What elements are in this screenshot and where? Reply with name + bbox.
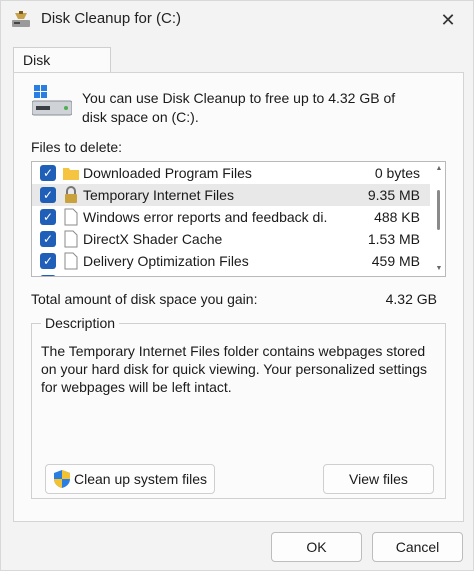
disk-cleanup-window: Disk Cleanup for (C:) ✕ Disk Cleanup You… (0, 0, 474, 571)
files-to-delete-label: Files to delete: (31, 139, 123, 155)
description-text: The Temporary Internet Files folder cont… (41, 343, 427, 395)
list-item[interactable]: ✓ (32, 272, 430, 276)
intro-text: You can use Disk Cleanup to free up to 4… (82, 90, 396, 125)
folder-icon (63, 168, 79, 180)
scroll-down-icon[interactable]: ▼ (435, 264, 443, 274)
checkbox[interactable]: ✓ (40, 165, 56, 181)
list-scrollbar[interactable]: ▲ ▼ (435, 164, 443, 274)
tab-disk-cleanup[interactable]: Disk Cleanup (13, 47, 111, 93)
window-title: Disk Cleanup for (C:) (41, 10, 182, 27)
list-item[interactable]: ✓ DirectX Shader Cache 1.53 MB (32, 228, 430, 250)
title-bar: Disk Cleanup for (C:) ✕ (1, 1, 473, 39)
uac-shield-icon (53, 470, 70, 488)
view-files-button[interactable]: View files (323, 464, 434, 494)
list-item[interactable]: ✓ Delivery Optimization Files 459 MB (32, 250, 430, 272)
ok-button[interactable]: OK (271, 532, 362, 562)
file-size: 1.53 MB (367, 231, 420, 247)
close-button[interactable]: ✕ (431, 5, 465, 35)
drive-icon (32, 85, 72, 116)
scroll-up-icon[interactable]: ▲ (435, 164, 443, 174)
file-size: 488 KB (374, 209, 420, 225)
file-size: 9.35 MB (367, 187, 420, 203)
list-item[interactable]: ✓ Windows error reports and feedback di.… (32, 206, 430, 228)
file-size: 0 bytes (374, 165, 420, 181)
file-name: Temporary Internet Files (83, 187, 234, 203)
cancel-button[interactable]: Cancel (372, 532, 463, 562)
file-name: Windows error reports and feedback di... (83, 209, 328, 225)
files-list[interactable]: ✓ Downloaded Program Files 0 bytes ✓ Tem… (31, 161, 446, 277)
document-icon (64, 230, 78, 248)
file-name: Delivery Optimization Files (83, 253, 249, 269)
document-icon (64, 208, 78, 226)
checkbox[interactable]: ✓ (40, 275, 56, 276)
list-item[interactable]: ✓ Temporary Internet Files 9.35 MB (32, 184, 430, 206)
file-size: 459 MB (371, 253, 420, 269)
checkbox[interactable]: ✓ (40, 209, 56, 225)
disk-cleanup-panel: You can use Disk Cleanup to free up to 4… (13, 72, 464, 522)
list-item[interactable]: ✓ Downloaded Program Files 0 bytes (32, 162, 430, 184)
lock-icon (65, 186, 77, 203)
checkbox[interactable]: ✓ (40, 187, 56, 203)
clean-up-system-files-button[interactable]: Clean up system files (45, 464, 215, 494)
scroll-thumb[interactable] (437, 190, 440, 230)
tab-strip: Disk Cleanup (13, 47, 463, 93)
total-space-label: Total amount of disk space you gain: (31, 291, 258, 307)
description-legend: Description (41, 315, 120, 331)
document-icon (64, 252, 78, 270)
close-icon: ✕ (440, 9, 456, 30)
file-name: DirectX Shader Cache (83, 231, 223, 247)
disk-cleanup-app-icon (12, 11, 30, 27)
checkbox[interactable]: ✓ (40, 253, 56, 269)
file-name: Downloaded Program Files (83, 165, 252, 181)
checkbox[interactable]: ✓ (40, 231, 56, 247)
clean-up-system-files-label: Clean up system files (73, 471, 208, 487)
total-space-value: 4.32 GB (385, 291, 437, 307)
